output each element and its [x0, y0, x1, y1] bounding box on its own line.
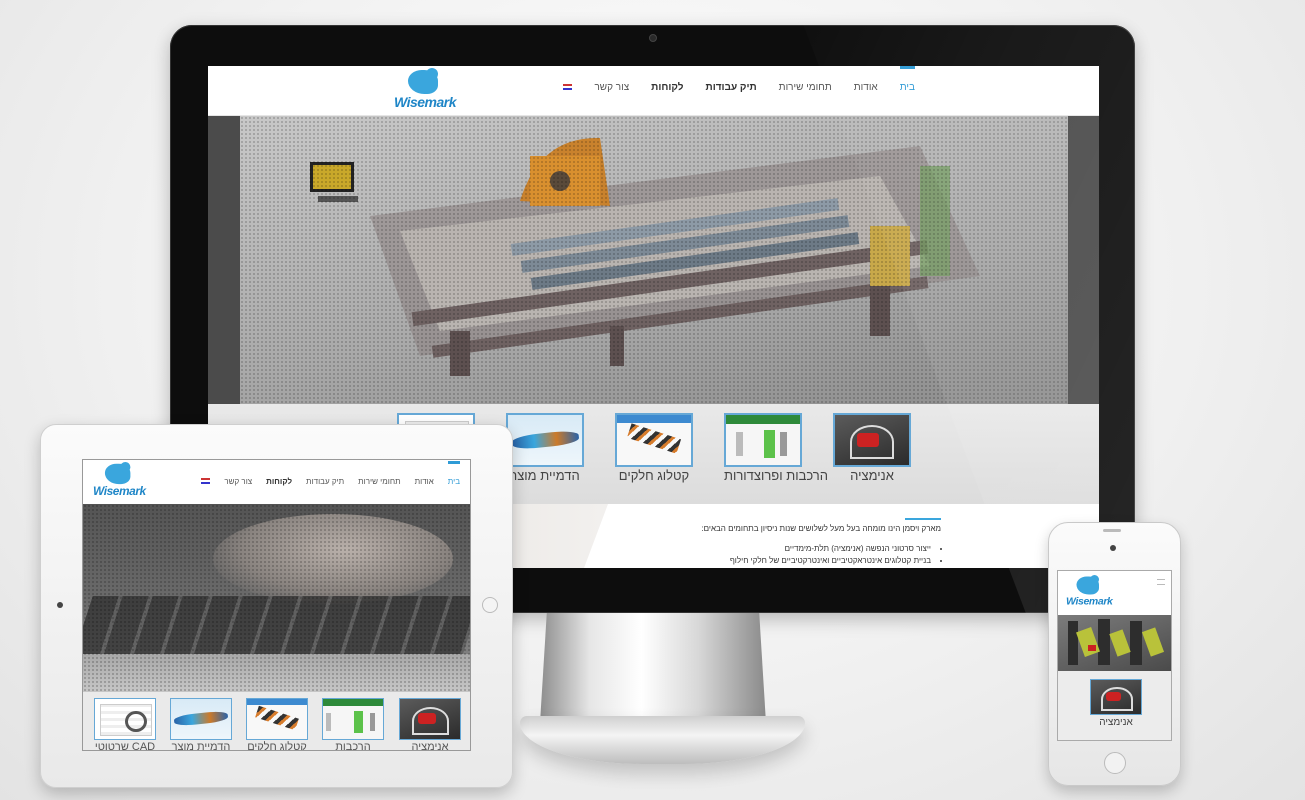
- tablet-site-logo[interactable]: Wisemark: [93, 462, 153, 503]
- nav-item-about[interactable]: אודות: [415, 477, 434, 486]
- phone-site-logo[interactable]: Wisemark: [1066, 575, 1119, 611]
- thumb-animation-image: [833, 413, 911, 467]
- nav-item-portfolio[interactable]: תיק עבודות: [706, 82, 757, 93]
- thumb-cad[interactable]: שרטוטי CAD: [94, 698, 156, 751]
- thumb-parts-catalog-label: קטלוג חלקים: [618, 468, 690, 483]
- thumb-parts-catalog-image: [246, 698, 308, 740]
- thumb-product-simulation[interactable]: הדמיית מוצר: [506, 413, 584, 483]
- nav-item-clients[interactable]: לקוחות: [266, 477, 292, 486]
- logo-figure-icon: [408, 68, 438, 94]
- thumb-animation-label: אנימציה: [411, 741, 449, 751]
- thumb-animation[interactable]: אנימציה: [1090, 679, 1142, 728]
- thumb-installation-label: הרכבות: [335, 741, 371, 751]
- thumb-parts-catalog-label: קטלוג חלקים: [247, 741, 307, 751]
- thumb-product-simulation-image: [506, 413, 584, 467]
- intro-paragraph: מארק ויסמן הינו מומחה בעל מעל לשלושים שנ…: [701, 524, 941, 533]
- tablet-screen: Wisemark בית אודות תחומי שירות תיק עבודו…: [82, 459, 471, 751]
- services-list: ייצור סרטוני הנפשה (אנימציה) תלת-מימדיים…: [730, 544, 931, 568]
- logo-figure-icon: [104, 462, 131, 485]
- tablet-main-nav: בית אודות תחומי שירות תיק עבודות לקוחות …: [187, 461, 461, 487]
- thumb-installation-image: [724, 413, 802, 467]
- nav-item-clients[interactable]: לקוחות: [651, 82, 683, 93]
- monitor-stand: [540, 613, 766, 723]
- thumb-animation-label: אנימציה: [1099, 717, 1133, 728]
- thumb-installation-label: הרכבות ופרוצדורות: [724, 468, 828, 483]
- services-list-item: ייצור סרטוני הנפשה (אנימציה) תלת-מימדיים: [730, 544, 931, 553]
- phone-speaker: [1103, 529, 1121, 532]
- logo-text: Wisemark: [1066, 594, 1113, 607]
- thumb-animation[interactable]: אנימציה: [833, 413, 911, 483]
- phone-screen: Wisemark אנימציה: [1057, 570, 1172, 741]
- thumb-installation[interactable]: הרכבות: [322, 698, 384, 751]
- thumb-animation[interactable]: אנימציה: [399, 698, 461, 751]
- logo-figure-icon: [1076, 575, 1099, 595]
- thumb-cad-label: שרטוטי CAD: [94, 741, 156, 751]
- phone-camera: [1110, 545, 1116, 551]
- machine-detail-illustration: [1068, 619, 1165, 665]
- nav-item-home[interactable]: בית: [447, 461, 461, 486]
- monitor-stand-base: [520, 716, 805, 764]
- tablet-site-header: Wisemark בית אודות תחומי שירות תיק עבודו…: [83, 460, 470, 504]
- thumb-animation-label: אנימציה: [850, 468, 894, 483]
- nav-item-portfolio[interactable]: תיק עבודות: [306, 477, 344, 486]
- thumb-animation-image: [399, 698, 461, 740]
- logo-text: Wisemark: [93, 484, 146, 498]
- thumb-product-simulation[interactable]: הדמיית מוצר: [170, 698, 232, 751]
- services-list-item: בניית קטלוגים אינטראקטיביים ואינטרקטיביי…: [730, 556, 931, 565]
- thumb-parts-catalog[interactable]: קטלוג חלקים: [246, 698, 308, 751]
- phone-home-button: [1104, 752, 1126, 774]
- nav-item-services[interactable]: תחומי שירות: [779, 82, 832, 93]
- language-switch[interactable]: [201, 476, 211, 487]
- thumb-installation[interactable]: הרכבות ופרוצדורות: [724, 413, 828, 483]
- tablet-camera: [57, 602, 63, 608]
- tablet-thumbnail-strip: אנימציה הרכבות קטלוג חלקים הדמיית מוצר ש…: [83, 692, 470, 751]
- phone-hero-slider[interactable]: [1058, 615, 1171, 671]
- site-logo[interactable]: Wisemark: [394, 68, 464, 116]
- logo-text: Wisemark: [394, 94, 457, 110]
- section-accent-rule: [905, 518, 941, 520]
- us-flag-icon: [201, 478, 211, 484]
- hero-dot-overlay: [83, 504, 470, 692]
- monitor-camera: [649, 34, 657, 42]
- phone-site-header: Wisemark: [1058, 571, 1171, 615]
- thumb-installation-image: [322, 698, 384, 740]
- thumb-product-simulation-image: [170, 698, 232, 740]
- thumb-parts-catalog-image: [615, 413, 693, 467]
- thumb-product-simulation-label: הדמיית מוצר: [171, 741, 231, 751]
- nav-item-services[interactable]: תחומי שירות: [358, 477, 400, 486]
- thumb-animation-image: [1090, 679, 1142, 715]
- language-switch[interactable]: [563, 82, 573, 93]
- nav-item-contact[interactable]: צור קשר: [224, 477, 252, 486]
- nav-item-contact[interactable]: צור קשר: [594, 82, 629, 93]
- menu-hamburger-icon[interactable]: [1157, 579, 1165, 585]
- tablet-hero-slider[interactable]: [83, 504, 470, 692]
- tablet-home-button: [482, 597, 498, 613]
- phone-thumbnail-strip: אנימציה: [1058, 671, 1171, 740]
- thumb-product-simulation-label: הדמיית מוצר: [510, 468, 580, 483]
- thumb-parts-catalog[interactable]: קטלוג חלקים: [615, 413, 693, 483]
- thumb-cad-image: [94, 698, 156, 740]
- us-flag-icon: [563, 84, 573, 90]
